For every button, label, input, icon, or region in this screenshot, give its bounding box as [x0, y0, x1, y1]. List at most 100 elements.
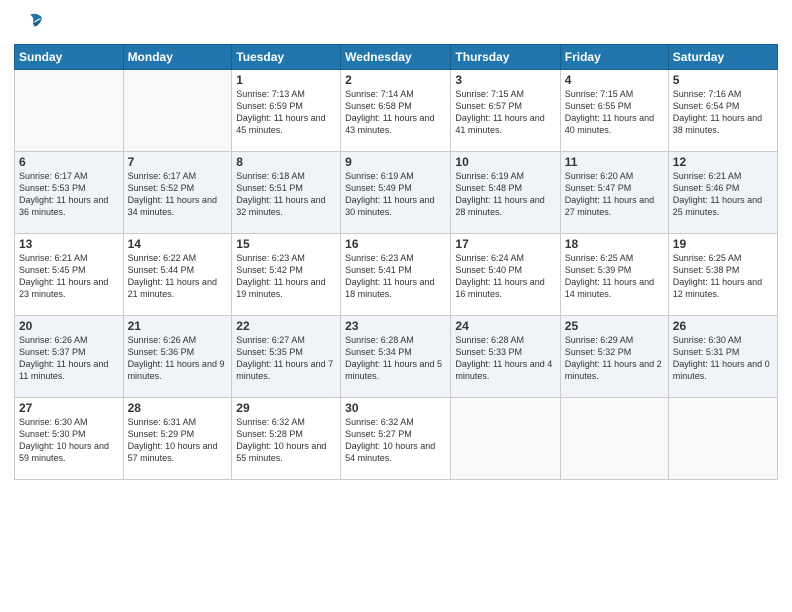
calendar-header-wednesday: Wednesday	[341, 45, 451, 70]
calendar-header-friday: Friday	[560, 45, 668, 70]
day-number: 13	[19, 237, 119, 251]
calendar-cell: 24Sunrise: 6:28 AMSunset: 5:33 PMDayligh…	[451, 316, 560, 398]
day-info: Sunrise: 7:14 AMSunset: 6:58 PMDaylight:…	[345, 88, 446, 137]
calendar-cell: 5Sunrise: 7:16 AMSunset: 6:54 PMDaylight…	[668, 70, 777, 152]
day-number: 7	[128, 155, 228, 169]
day-number: 16	[345, 237, 446, 251]
calendar-cell: 9Sunrise: 6:19 AMSunset: 5:49 PMDaylight…	[341, 152, 451, 234]
day-number: 3	[455, 73, 555, 87]
day-info: Sunrise: 6:29 AMSunset: 5:32 PMDaylight:…	[565, 334, 664, 383]
calendar-cell: 20Sunrise: 6:26 AMSunset: 5:37 PMDayligh…	[15, 316, 124, 398]
day-number: 18	[565, 237, 664, 251]
logo	[14, 10, 44, 38]
day-number: 1	[236, 73, 336, 87]
calendar-cell: 18Sunrise: 6:25 AMSunset: 5:39 PMDayligh…	[560, 234, 668, 316]
day-number: 25	[565, 319, 664, 333]
calendar-cell: 10Sunrise: 6:19 AMSunset: 5:48 PMDayligh…	[451, 152, 560, 234]
day-info: Sunrise: 6:28 AMSunset: 5:34 PMDaylight:…	[345, 334, 446, 383]
day-info: Sunrise: 6:23 AMSunset: 5:42 PMDaylight:…	[236, 252, 336, 301]
day-number: 11	[565, 155, 664, 169]
day-info: Sunrise: 6:31 AMSunset: 5:29 PMDaylight:…	[128, 416, 228, 465]
calendar-cell	[15, 70, 124, 152]
calendar-header-sunday: Sunday	[15, 45, 124, 70]
calendar-week-row: 1Sunrise: 7:13 AMSunset: 6:59 PMDaylight…	[15, 70, 778, 152]
calendar-cell	[668, 398, 777, 480]
day-number: 5	[673, 73, 773, 87]
calendar-cell: 29Sunrise: 6:32 AMSunset: 5:28 PMDayligh…	[232, 398, 341, 480]
day-info: Sunrise: 6:19 AMSunset: 5:48 PMDaylight:…	[455, 170, 555, 219]
day-number: 12	[673, 155, 773, 169]
day-number: 4	[565, 73, 664, 87]
calendar-cell: 13Sunrise: 6:21 AMSunset: 5:45 PMDayligh…	[15, 234, 124, 316]
logo-bird-icon	[16, 10, 44, 38]
day-number: 29	[236, 401, 336, 415]
calendar-cell: 8Sunrise: 6:18 AMSunset: 5:51 PMDaylight…	[232, 152, 341, 234]
calendar-header-monday: Monday	[123, 45, 232, 70]
calendar-cell	[560, 398, 668, 480]
calendar-cell	[451, 398, 560, 480]
calendar-cell: 25Sunrise: 6:29 AMSunset: 5:32 PMDayligh…	[560, 316, 668, 398]
calendar-cell: 28Sunrise: 6:31 AMSunset: 5:29 PMDayligh…	[123, 398, 232, 480]
calendar-cell: 12Sunrise: 6:21 AMSunset: 5:46 PMDayligh…	[668, 152, 777, 234]
calendar-cell: 11Sunrise: 6:20 AMSunset: 5:47 PMDayligh…	[560, 152, 668, 234]
calendar-cell: 27Sunrise: 6:30 AMSunset: 5:30 PMDayligh…	[15, 398, 124, 480]
calendar-header-row: SundayMondayTuesdayWednesdayThursdayFrid…	[15, 45, 778, 70]
day-number: 23	[345, 319, 446, 333]
day-number: 28	[128, 401, 228, 415]
day-info: Sunrise: 7:16 AMSunset: 6:54 PMDaylight:…	[673, 88, 773, 137]
calendar-cell: 2Sunrise: 7:14 AMSunset: 6:58 PMDaylight…	[341, 70, 451, 152]
calendar-cell: 14Sunrise: 6:22 AMSunset: 5:44 PMDayligh…	[123, 234, 232, 316]
calendar-cell: 23Sunrise: 6:28 AMSunset: 5:34 PMDayligh…	[341, 316, 451, 398]
day-info: Sunrise: 6:25 AMSunset: 5:38 PMDaylight:…	[673, 252, 773, 301]
day-info: Sunrise: 7:15 AMSunset: 6:55 PMDaylight:…	[565, 88, 664, 137]
day-info: Sunrise: 6:21 AMSunset: 5:45 PMDaylight:…	[19, 252, 119, 301]
day-number: 2	[345, 73, 446, 87]
day-info: Sunrise: 6:30 AMSunset: 5:31 PMDaylight:…	[673, 334, 773, 383]
day-info: Sunrise: 6:32 AMSunset: 5:28 PMDaylight:…	[236, 416, 336, 465]
day-info: Sunrise: 6:18 AMSunset: 5:51 PMDaylight:…	[236, 170, 336, 219]
day-info: Sunrise: 6:26 AMSunset: 5:36 PMDaylight:…	[128, 334, 228, 383]
day-info: Sunrise: 7:15 AMSunset: 6:57 PMDaylight:…	[455, 88, 555, 137]
day-info: Sunrise: 6:28 AMSunset: 5:33 PMDaylight:…	[455, 334, 555, 383]
day-number: 30	[345, 401, 446, 415]
day-info: Sunrise: 6:24 AMSunset: 5:40 PMDaylight:…	[455, 252, 555, 301]
calendar-cell: 4Sunrise: 7:15 AMSunset: 6:55 PMDaylight…	[560, 70, 668, 152]
day-info: Sunrise: 7:13 AMSunset: 6:59 PMDaylight:…	[236, 88, 336, 137]
day-number: 19	[673, 237, 773, 251]
day-number: 10	[455, 155, 555, 169]
day-info: Sunrise: 6:23 AMSunset: 5:41 PMDaylight:…	[345, 252, 446, 301]
calendar-cell: 1Sunrise: 7:13 AMSunset: 6:59 PMDaylight…	[232, 70, 341, 152]
day-info: Sunrise: 6:26 AMSunset: 5:37 PMDaylight:…	[19, 334, 119, 383]
day-number: 27	[19, 401, 119, 415]
header	[14, 10, 778, 38]
day-number: 22	[236, 319, 336, 333]
day-info: Sunrise: 6:30 AMSunset: 5:30 PMDaylight:…	[19, 416, 119, 465]
calendar-table: SundayMondayTuesdayWednesdayThursdayFrid…	[14, 44, 778, 480]
day-info: Sunrise: 6:32 AMSunset: 5:27 PMDaylight:…	[345, 416, 446, 465]
calendar-cell: 7Sunrise: 6:17 AMSunset: 5:52 PMDaylight…	[123, 152, 232, 234]
calendar-cell: 21Sunrise: 6:26 AMSunset: 5:36 PMDayligh…	[123, 316, 232, 398]
calendar-cell: 15Sunrise: 6:23 AMSunset: 5:42 PMDayligh…	[232, 234, 341, 316]
calendar-cell: 22Sunrise: 6:27 AMSunset: 5:35 PMDayligh…	[232, 316, 341, 398]
calendar-week-row: 20Sunrise: 6:26 AMSunset: 5:37 PMDayligh…	[15, 316, 778, 398]
calendar-cell	[123, 70, 232, 152]
day-number: 26	[673, 319, 773, 333]
day-info: Sunrise: 6:21 AMSunset: 5:46 PMDaylight:…	[673, 170, 773, 219]
page: SundayMondayTuesdayWednesdayThursdayFrid…	[0, 0, 792, 612]
calendar-cell: 6Sunrise: 6:17 AMSunset: 5:53 PMDaylight…	[15, 152, 124, 234]
day-info: Sunrise: 6:19 AMSunset: 5:49 PMDaylight:…	[345, 170, 446, 219]
day-number: 14	[128, 237, 228, 251]
calendar-cell: 26Sunrise: 6:30 AMSunset: 5:31 PMDayligh…	[668, 316, 777, 398]
day-info: Sunrise: 6:17 AMSunset: 5:53 PMDaylight:…	[19, 170, 119, 219]
day-info: Sunrise: 6:25 AMSunset: 5:39 PMDaylight:…	[565, 252, 664, 301]
day-number: 8	[236, 155, 336, 169]
day-number: 9	[345, 155, 446, 169]
calendar-header-thursday: Thursday	[451, 45, 560, 70]
calendar-header-saturday: Saturday	[668, 45, 777, 70]
day-info: Sunrise: 6:22 AMSunset: 5:44 PMDaylight:…	[128, 252, 228, 301]
calendar-header-tuesday: Tuesday	[232, 45, 341, 70]
day-number: 15	[236, 237, 336, 251]
day-number: 24	[455, 319, 555, 333]
day-info: Sunrise: 6:20 AMSunset: 5:47 PMDaylight:…	[565, 170, 664, 219]
day-number: 6	[19, 155, 119, 169]
